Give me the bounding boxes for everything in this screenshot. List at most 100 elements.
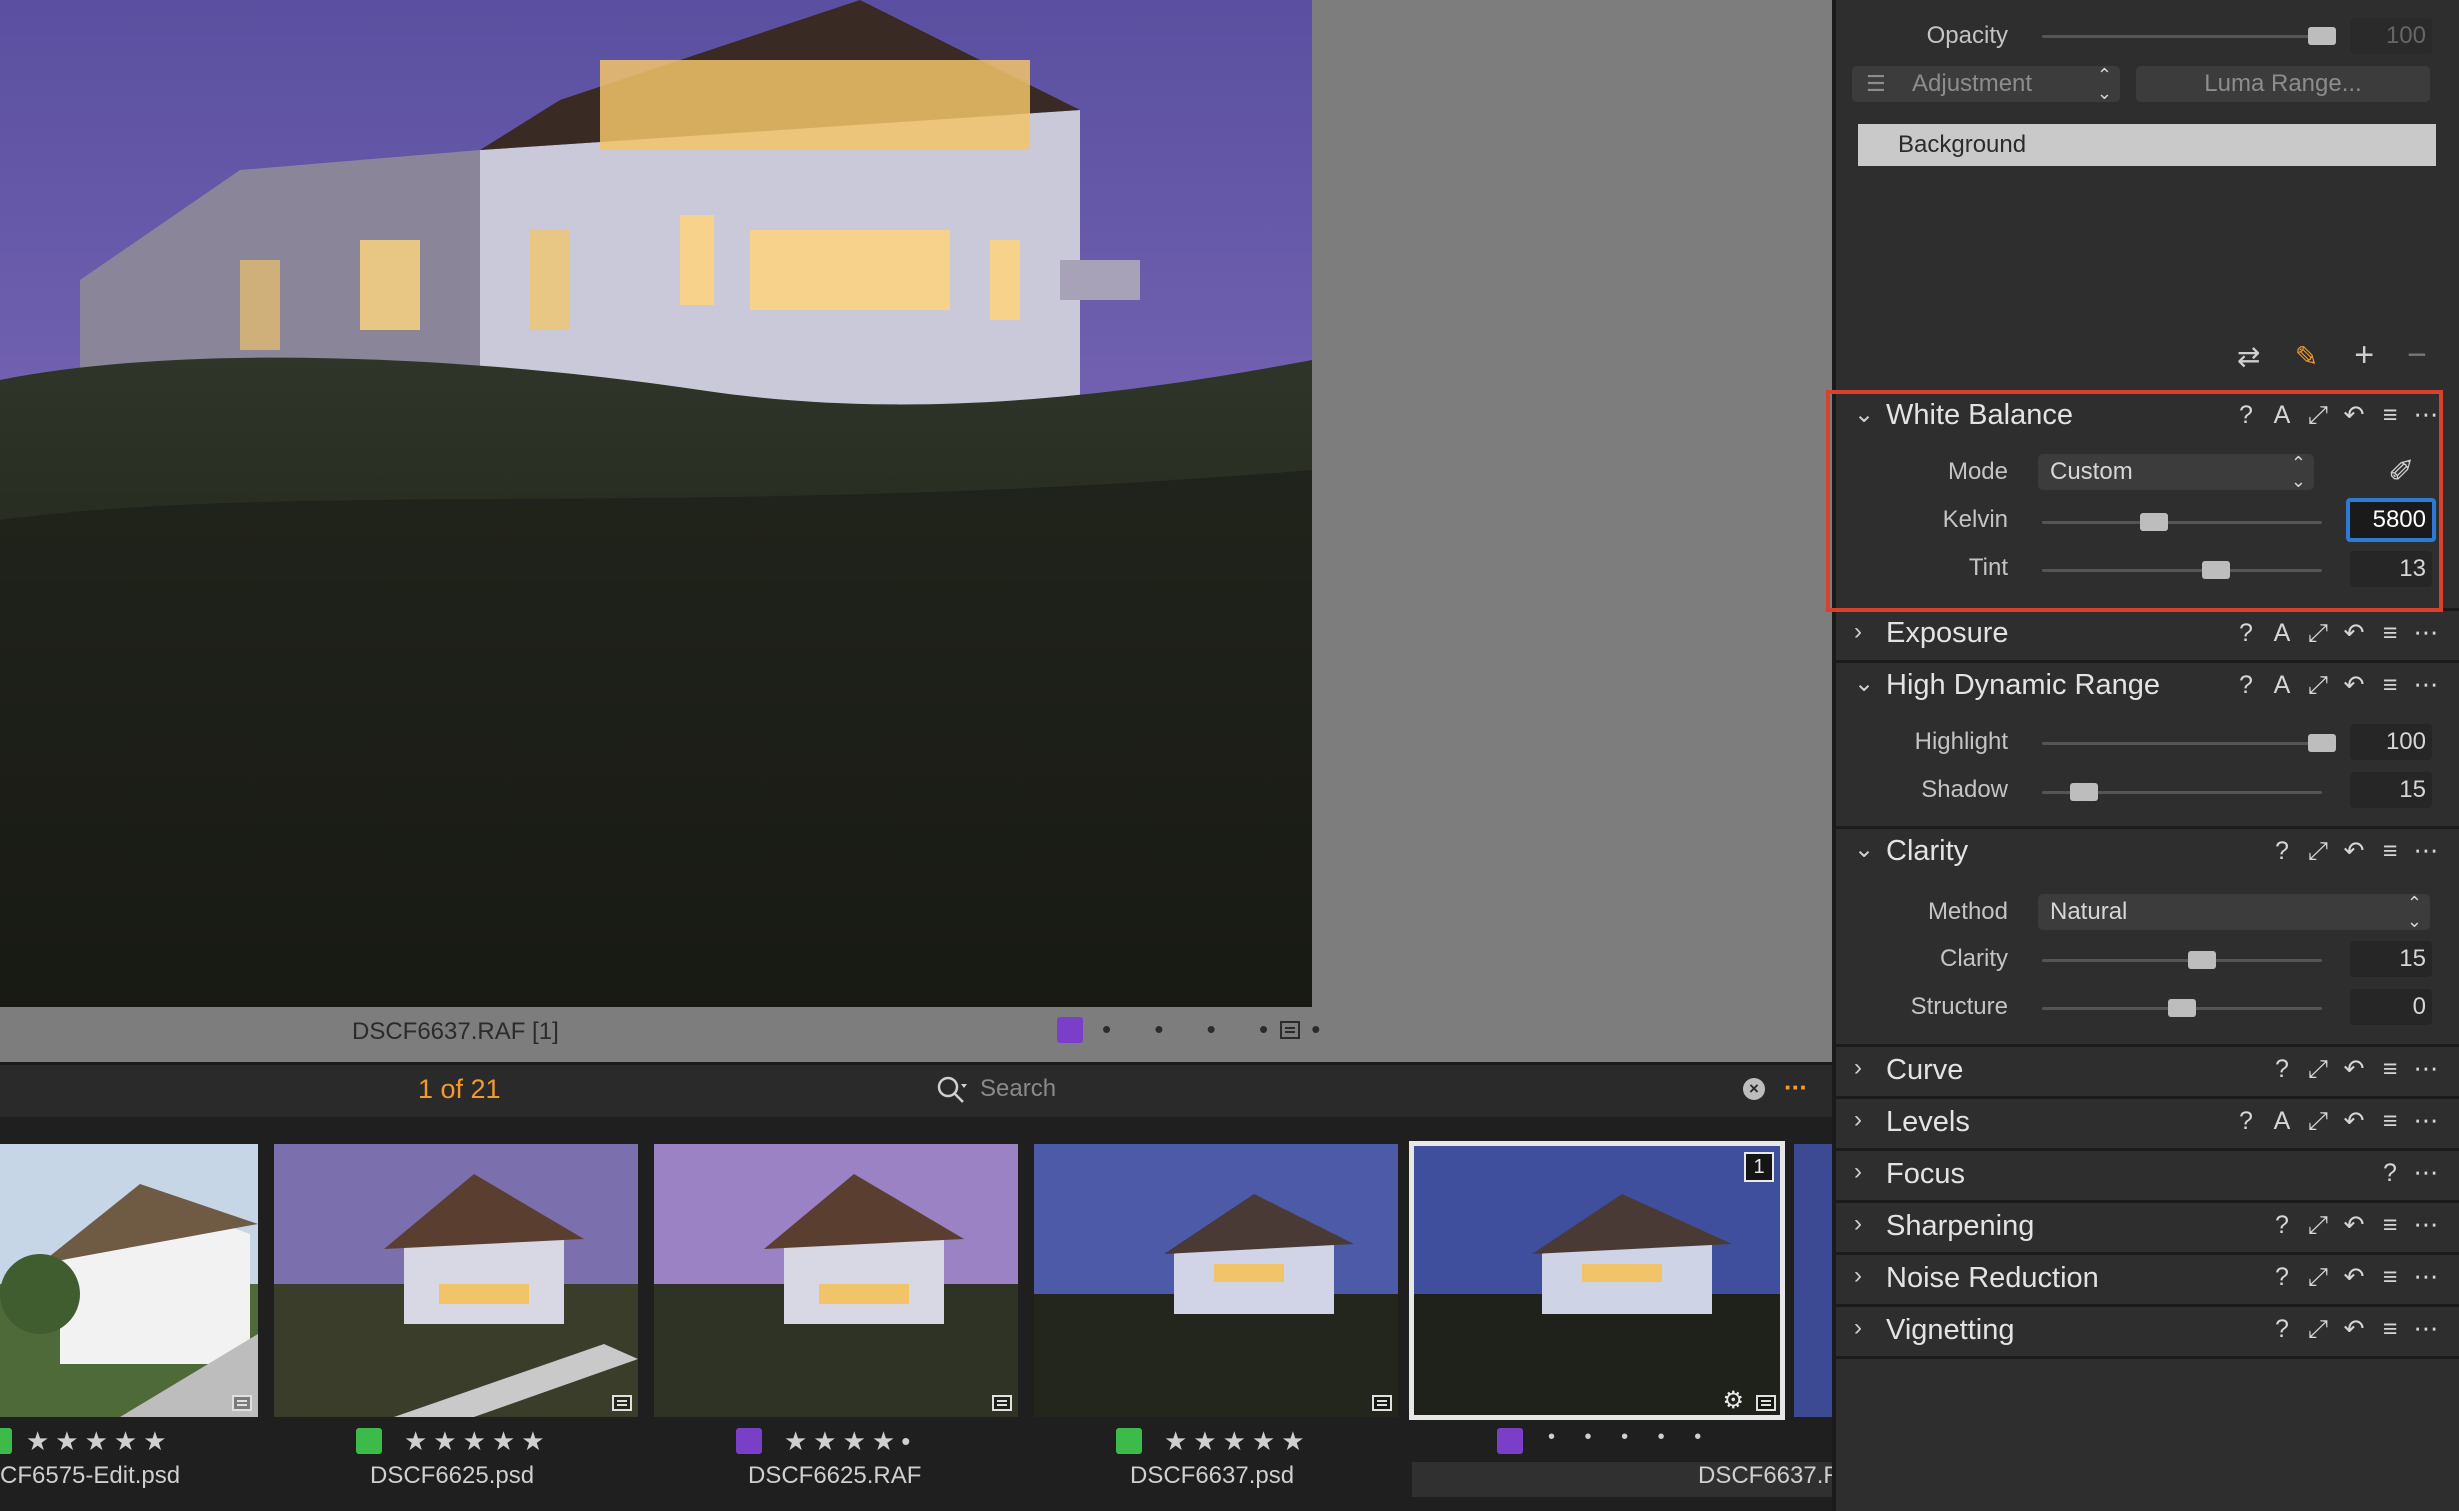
help-icon[interactable]: ? xyxy=(2229,671,2265,700)
sharpening-header[interactable]: › Sharpening ? ⤢ ↶ ≡ ⋯ xyxy=(1836,1200,2459,1250)
copy-apply-icon[interactable]: ⤢ xyxy=(2301,671,2337,700)
help-icon[interactable]: ? xyxy=(2265,1211,2301,1240)
chevron-right-icon[interactable]: › xyxy=(1854,1056,1876,1080)
presets-icon[interactable]: ≡ xyxy=(2373,1211,2409,1240)
noise-reduction-header[interactable]: › Noise Reduction ? ⤢ ↶ ≡ ⋯ xyxy=(1836,1252,2459,1302)
highlight-value[interactable]: 100 xyxy=(2350,724,2432,760)
help-icon[interactable]: ? xyxy=(2265,1315,2301,1344)
chevron-right-icon[interactable]: › xyxy=(1854,1108,1876,1132)
presets-icon[interactable]: ≡ xyxy=(2373,1055,2409,1084)
kelvin-slider-track[interactable] xyxy=(2042,521,2322,524)
auto-icon[interactable]: A xyxy=(2265,671,2301,700)
shadow-value[interactable]: 15 xyxy=(2350,772,2432,808)
search-input[interactable] xyxy=(980,1072,1700,1106)
swap-layers-icon[interactable]: ⇄ xyxy=(2224,340,2274,373)
star-rating[interactable]: • • • • • xyxy=(1548,1426,1713,1449)
levels-header[interactable]: › Levels ? A ⤢ ↶ ≡ ⋯ xyxy=(1836,1096,2459,1146)
tint-value[interactable]: 13 xyxy=(2350,551,2432,587)
star-rating[interactable]: ★★★★★ xyxy=(404,1426,551,1457)
chevron-down-icon[interactable]: ⌄ xyxy=(1854,838,1876,862)
opacity-slider-thumb[interactable] xyxy=(2308,27,2336,45)
color-tag[interactable] xyxy=(1497,1428,1523,1454)
search-icon[interactable] xyxy=(935,1074,969,1106)
exposure-header[interactable]: › Exposure ? A ⤢ ↶ ≡ ⋯ xyxy=(1836,608,2459,658)
thumbnail[interactable] xyxy=(274,1144,638,1417)
luma-range-button[interactable]: Luma Range... xyxy=(2136,66,2430,102)
color-tag[interactable] xyxy=(1116,1428,1142,1454)
presets-icon[interactable]: ≡ xyxy=(2373,401,2409,430)
chevron-right-icon[interactable]: › xyxy=(1854,1316,1876,1340)
more-icon[interactable]: ⋯ xyxy=(2409,1054,2445,1084)
reset-icon[interactable]: ↶ xyxy=(2337,400,2373,430)
layer-background[interactable]: Background xyxy=(1858,124,2436,166)
copy-apply-icon[interactable]: ⤢ xyxy=(2301,1055,2337,1084)
adjustment-dropdown[interactable]: ☰ Adjustment ⌃ ⌄ xyxy=(1852,66,2120,102)
auto-icon[interactable]: A xyxy=(2265,1107,2301,1136)
thumbnail[interactable] xyxy=(0,1144,258,1417)
search-options-icon[interactable]: ··· xyxy=(1784,1072,1808,1103)
help-icon[interactable]: ? xyxy=(2265,837,2301,866)
viewer-rating-dots[interactable]: • • • • • xyxy=(1102,1014,1338,1045)
copy-apply-icon[interactable]: ⤢ xyxy=(2301,1315,2337,1344)
clarity-header[interactable]: ⌄ Clarity ? ⤢ ↶ ≡ ⋯ xyxy=(1836,826,2459,876)
color-tag[interactable] xyxy=(1057,1017,1083,1043)
kelvin-slider-thumb[interactable] xyxy=(2140,513,2168,531)
auto-icon[interactable]: A xyxy=(2265,401,2301,430)
more-icon[interactable]: ⋯ xyxy=(2409,1158,2445,1188)
star-rating[interactable]: ★★★★★ xyxy=(1164,1426,1311,1457)
copy-apply-icon[interactable]: ⤢ xyxy=(2301,837,2337,866)
chevron-right-icon[interactable]: › xyxy=(1854,1212,1876,1236)
reset-icon[interactable]: ↶ xyxy=(2337,836,2373,866)
reset-icon[interactable]: ↶ xyxy=(2337,1210,2373,1240)
auto-icon[interactable]: A xyxy=(2265,619,2301,648)
help-icon[interactable]: ? xyxy=(2373,1159,2409,1188)
star-rating[interactable]: ★★★★★ xyxy=(26,1426,173,1457)
structure-value[interactable]: 0 xyxy=(2350,989,2432,1025)
copy-apply-icon[interactable]: ⤢ xyxy=(2301,619,2337,648)
kelvin-input[interactable]: 5800 xyxy=(2346,498,2436,542)
copy-apply-icon[interactable]: ⤢ xyxy=(2301,401,2337,430)
copy-apply-icon[interactable]: ⤢ xyxy=(2301,1107,2337,1136)
main-photo[interactable] xyxy=(0,0,1312,1007)
clarity-slider-track[interactable] xyxy=(2042,959,2322,962)
highlight-slider-thumb[interactable] xyxy=(2308,734,2336,752)
more-icon[interactable]: ⋯ xyxy=(2409,1106,2445,1136)
help-icon[interactable]: ? xyxy=(2229,619,2265,648)
brush-icon[interactable]: ✎ xyxy=(2281,340,2331,373)
presets-icon[interactable]: ≡ xyxy=(2373,837,2409,866)
thumbnail[interactable] xyxy=(654,1144,1018,1417)
mode-dropdown[interactable]: Custom ⌃ ⌄ xyxy=(2038,454,2314,490)
help-icon[interactable]: ? xyxy=(2265,1055,2301,1084)
presets-icon[interactable]: ≡ xyxy=(2373,671,2409,700)
copy-apply-icon[interactable]: ⤢ xyxy=(2301,1263,2337,1292)
remove-layer-icon[interactable]: − xyxy=(2397,336,2437,375)
chevron-right-icon[interactable]: › xyxy=(1854,1160,1876,1184)
chevron-right-icon[interactable]: › xyxy=(1854,620,1876,644)
presets-icon[interactable]: ≡ xyxy=(2373,619,2409,648)
thumbnail-selected[interactable]: 1 ⚙ xyxy=(1409,1141,1785,1420)
hdr-header[interactable]: ⌄ High Dynamic Range ? A ⤢ ↶ ≡ ⋯ xyxy=(1836,660,2459,710)
copy-apply-icon[interactable]: ⤢ xyxy=(2301,1211,2337,1240)
tint-slider-track[interactable] xyxy=(2042,569,2322,572)
highlight-slider-track[interactable] xyxy=(2042,742,2322,745)
white-balance-header[interactable]: ⌄ White Balance ? A ⤢ ↶ ≡ ⋯ xyxy=(1836,390,2459,440)
more-icon[interactable]: ⋯ xyxy=(2409,1210,2445,1240)
reset-icon[interactable]: ↶ xyxy=(2337,1314,2373,1344)
tint-slider-thumb[interactable] xyxy=(2201,561,2230,579)
curve-header[interactable]: › Curve ? ⤢ ↶ ≡ ⋯ xyxy=(1836,1044,2459,1094)
annotation-icon[interactable] xyxy=(1280,1021,1300,1039)
color-tag[interactable] xyxy=(356,1428,382,1454)
presets-icon[interactable]: ≡ xyxy=(2373,1107,2409,1136)
color-tag[interactable] xyxy=(736,1428,762,1454)
vignetting-header[interactable]: › Vignetting ? ⤢ ↶ ≡ ⋯ xyxy=(1836,1304,2459,1354)
opacity-slider-track[interactable] xyxy=(2042,35,2322,38)
more-icon[interactable]: ⋯ xyxy=(2409,670,2445,700)
presets-icon[interactable]: ≡ xyxy=(2373,1315,2409,1344)
reset-icon[interactable]: ↶ xyxy=(2337,670,2373,700)
more-icon[interactable]: ⋯ xyxy=(2409,836,2445,866)
thumbnail[interactable] xyxy=(1034,1144,1398,1417)
more-icon[interactable]: ⋯ xyxy=(2409,1314,2445,1344)
eyedropper-icon[interactable]: ✐ xyxy=(2388,452,2415,490)
shadow-slider-thumb[interactable] xyxy=(2070,783,2098,801)
chevron-down-icon[interactable]: ⌄ xyxy=(1854,403,1876,427)
